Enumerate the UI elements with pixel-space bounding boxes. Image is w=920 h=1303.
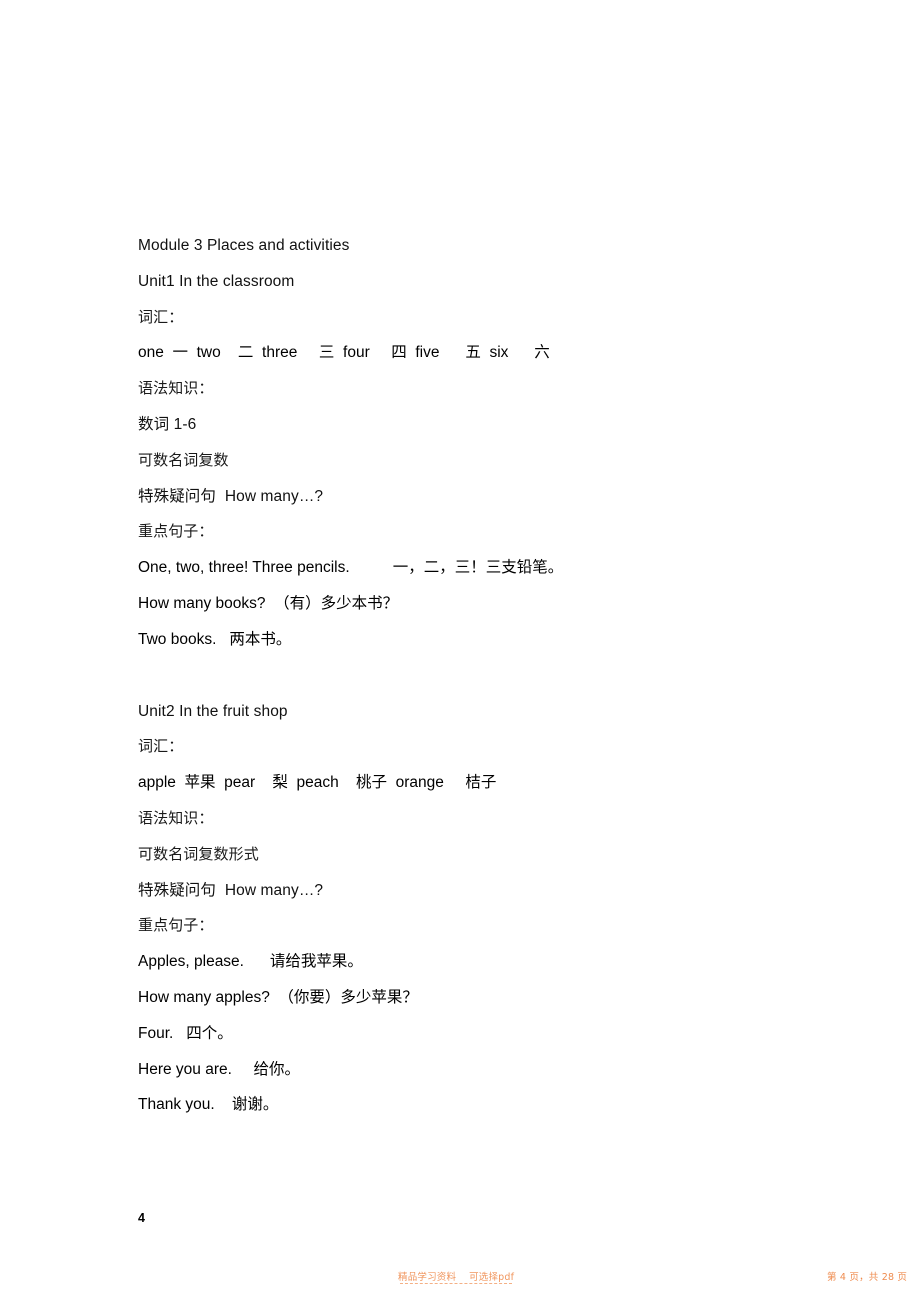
unit2-grammar-point-plural-forms: 可数名词复数形式 bbox=[138, 844, 259, 863]
unit2-vocabulary-label: 词汇： bbox=[138, 737, 184, 756]
unit1-grammar-point-question: 特殊疑问句 How many…? bbox=[138, 487, 324, 505]
unit1-sentence-2: How many books? （有）多少本书？ bbox=[138, 594, 399, 612]
unit1-vocabulary-line: one 一 two 二 three 三 four 四 five 五 six 六 bbox=[138, 344, 550, 362]
footer-dashed-rule bbox=[400, 1283, 512, 1284]
unit2-sentence-1: Apples, please. 请给我苹果。 bbox=[138, 953, 363, 971]
unit2-sentence-3: Four. 四个。 bbox=[138, 1024, 233, 1042]
document-content: Module 3 Places and activities Unit1 In … bbox=[138, 228, 838, 1123]
unit2-sentence-4: Here you are. 给你。 bbox=[138, 1060, 300, 1078]
footer-watermark-text: 精品学习资料 可选择pdf bbox=[398, 1272, 515, 1283]
page-number: 4 bbox=[138, 1211, 145, 1225]
unit1-sentences-label: 重点句子： bbox=[138, 522, 214, 541]
unit1-vocabulary-label: 词汇： bbox=[138, 307, 184, 326]
unit2-vocabulary-line: apple 苹果 pear 梨 peach 桃子 orange 桔子 bbox=[138, 774, 497, 792]
module-title: Module 3 Places and activities bbox=[138, 237, 350, 254]
unit1-heading: Unit1 In the classroom bbox=[138, 272, 295, 290]
unit1-grammar-point-plurals: 可数名词复数 bbox=[138, 450, 229, 469]
unit1-grammar-label: 语法知识： bbox=[138, 379, 214, 398]
unit2-heading: Unit2 In the fruit shop bbox=[138, 702, 288, 720]
unit2-grammar-label: 语法知识： bbox=[138, 808, 214, 827]
unit1-grammar-point-numerals: 数词 1-6 bbox=[138, 415, 197, 433]
unit1-sentence-3: Two books. 两本书。 bbox=[138, 630, 292, 648]
unit1-sentence-1: One, two, three! Three pencils. 一，二，三！三支… bbox=[138, 559, 564, 577]
unit2-grammar-point-question: 特殊疑问句 How many…? bbox=[138, 881, 324, 899]
unit2-sentence-2: How many apples? （你要）多少苹果？ bbox=[138, 988, 418, 1006]
unit-separator bbox=[138, 658, 838, 694]
footer-page-count: 第 4 页，共 28 页 bbox=[827, 1272, 908, 1283]
unit2-sentences-label: 重点句子： bbox=[138, 916, 214, 935]
document-page: Module 3 Places and activities Unit1 In … bbox=[0, 0, 920, 1303]
unit2-sentence-5: Thank you. 谢谢。 bbox=[138, 1096, 279, 1114]
